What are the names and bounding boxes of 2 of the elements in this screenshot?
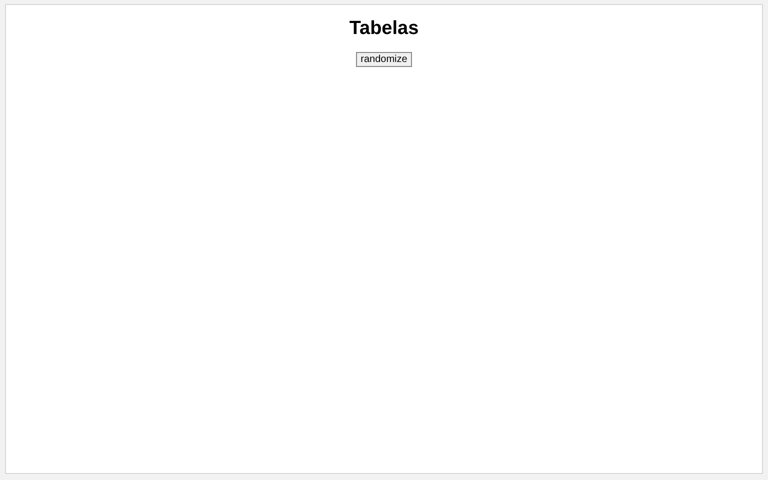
page-title: Tabelas <box>349 18 419 40</box>
randomize-button[interactable]: randomize <box>356 52 412 67</box>
